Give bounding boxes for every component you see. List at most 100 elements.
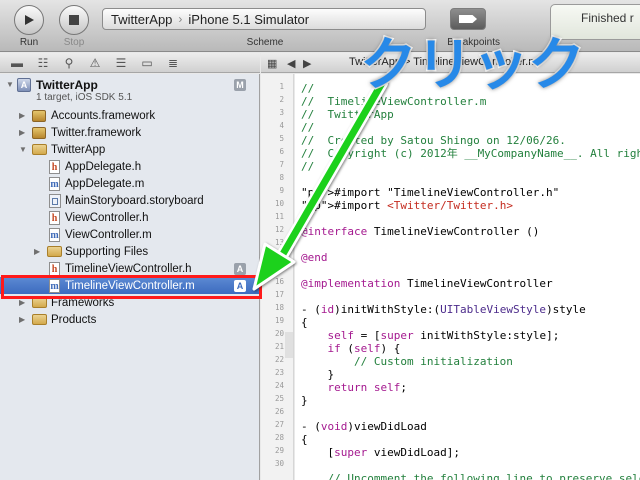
disclosure-closed-icon[interactable]: ▶: [19, 315, 25, 324]
breakpoints-icon[interactable]: ▭: [140, 57, 154, 69]
code-line[interactable]: }: [301, 368, 334, 381]
list-item[interactable]: ▶ Products: [0, 311, 260, 328]
breakpoints-button[interactable]: [450, 8, 486, 30]
code-line[interactable]: "pp">#import "TimelineViewController.h": [301, 186, 559, 199]
chevron-right-icon: ›: [178, 12, 183, 26]
scheme-destination: iPhone 5.1 Simulator: [188, 11, 310, 27]
related-items-icon[interactable]: ▦: [267, 57, 277, 70]
code-line[interactable]: @implementation TimelineViewController: [301, 277, 553, 290]
callout-text: クリック: [359, 31, 587, 100]
code-line[interactable]: if (self) {: [301, 342, 401, 355]
code-line[interactable]: //: [301, 121, 314, 134]
list-item[interactable]: ▶ Accounts.framework: [0, 107, 260, 124]
code-line[interactable]: self = [super initWithStyle:style];: [301, 329, 560, 342]
project-root[interactable]: ▼ A TwitterApp M: [0, 76, 260, 93]
framework-icon: [32, 126, 46, 139]
code-folding-ribbon[interactable]: [285, 332, 293, 345]
list-item[interactable]: MainStoryboard.storyboard: [0, 192, 260, 209]
scheme-popup[interactable]: TwitterApp › iPhone 5.1 Simulator: [102, 8, 426, 30]
line-number: 16: [274, 277, 284, 286]
back-icon[interactable]: ◀: [287, 57, 295, 70]
code-line[interactable]: - (id)initWithStyle:(UITableViewStyle)st…: [301, 303, 586, 316]
list-item[interactable]: ▶ Twitter.framework: [0, 124, 260, 141]
issues-icon[interactable]: ⚠: [88, 57, 102, 69]
added-badge: A: [234, 262, 246, 275]
code-line[interactable]: // Created by Satou Shingo on 12/06/26.: [301, 134, 566, 147]
file-label: Accounts.framework: [51, 109, 156, 122]
line-number: 14: [274, 251, 284, 260]
list-item[interactable]: h AppDelegate.h: [0, 158, 260, 175]
line-number: 15: [274, 264, 284, 273]
run-button[interactable]: [14, 5, 44, 35]
modified-badge: M: [234, 78, 246, 91]
code-line[interactable]: //: [301, 160, 314, 173]
line-number: 20: [274, 329, 284, 338]
header-file-icon: h: [49, 210, 60, 225]
line-number: 21: [274, 342, 284, 351]
code-line[interactable]: // Custom initialization: [301, 355, 513, 368]
file-label: ViewController.h: [65, 211, 149, 224]
code-line[interactable]: }: [301, 394, 308, 407]
code-line[interactable]: @interface TimelineViewController (): [301, 225, 539, 238]
code-line[interactable]: @end: [301, 251, 328, 264]
line-number: 1: [279, 82, 284, 91]
line-number: 25: [274, 394, 284, 403]
debug-icon[interactable]: ☰: [114, 57, 128, 69]
list-item[interactable]: m AppDelegate.m: [0, 175, 260, 192]
code-line[interactable]: //: [301, 82, 314, 95]
file-label: Twitter.framework: [51, 126, 142, 139]
line-number: 7: [279, 160, 284, 169]
list-item[interactable]: ▼ TwitterApp: [0, 141, 260, 158]
list-item[interactable]: m ViewController.m: [0, 226, 260, 243]
line-number: 5: [279, 134, 284, 143]
code-line[interactable]: {: [301, 316, 308, 329]
code-line[interactable]: {: [301, 433, 308, 446]
code-line[interactable]: // Uncomment the following line to prese…: [301, 472, 640, 480]
status-text: Finished r: [581, 11, 634, 25]
log-icon[interactable]: ≣: [166, 57, 180, 69]
disclosure-closed-icon[interactable]: ▶: [34, 247, 40, 256]
disclosure-closed-icon[interactable]: ▶: [19, 128, 25, 137]
line-number: 22: [274, 355, 284, 364]
disclosure-open-icon[interactable]: ▼: [6, 80, 14, 89]
list-item[interactable]: ▶ Supporting Files: [0, 243, 260, 260]
line-number: 29: [274, 446, 284, 455]
line-number: 26: [274, 407, 284, 416]
line-number: 13: [274, 238, 284, 247]
folder-icon[interactable]: ▬: [10, 57, 24, 69]
list-item[interactable]: h ViewController.h: [0, 209, 260, 226]
code-line[interactable]: return self;: [301, 381, 408, 394]
code-line[interactable]: // TwitterApp: [301, 108, 394, 121]
code-folding-ribbon[interactable]: [285, 345, 293, 358]
storyboard-file-icon: [49, 193, 61, 208]
line-number: 9: [279, 186, 284, 195]
file-label: TimelineViewController.h: [65, 262, 192, 275]
structure-icon[interactable]: ☷: [36, 57, 50, 69]
scheme-project: TwitterApp: [111, 11, 173, 27]
line-number: 23: [274, 368, 284, 377]
folder-icon: [32, 314, 47, 325]
disclosure-closed-icon[interactable]: ▶: [19, 111, 25, 120]
breakpoint-icon: [459, 15, 477, 23]
disclosure-closed-icon[interactable]: ▶: [19, 298, 25, 307]
file-label: AppDelegate.h: [65, 160, 142, 173]
line-number: 17: [274, 290, 284, 299]
code-line[interactable]: "pp">#import <Twitter/Twitter.h>: [301, 199, 513, 212]
run-label: Run: [19, 37, 39, 48]
stop-button[interactable]: [59, 5, 89, 35]
file-label: MainStoryboard.storyboard: [65, 194, 204, 207]
forward-icon[interactable]: ▶: [303, 57, 311, 70]
code-line[interactable]: - (void)viewDidLoad: [301, 420, 427, 433]
code-line[interactable]: // Copyright (c) 2012年 __MyCompanyName__…: [301, 147, 640, 160]
folder-icon: [32, 144, 47, 155]
search-icon[interactable]: ⚲: [62, 57, 76, 69]
header-file-icon: h: [49, 159, 60, 174]
framework-icon: [32, 109, 46, 122]
stop-label: Stop: [63, 37, 85, 48]
disclosure-open-icon[interactable]: ▼: [19, 145, 27, 154]
line-number: 8: [279, 173, 284, 182]
line-number: 12: [274, 225, 284, 234]
code-editor[interactable]: //// TimelineViewController.m// TwitterA…: [295, 74, 640, 480]
file-label: Supporting Files: [65, 245, 149, 258]
code-line[interactable]: [super viewDidLoad];: [301, 446, 459, 459]
